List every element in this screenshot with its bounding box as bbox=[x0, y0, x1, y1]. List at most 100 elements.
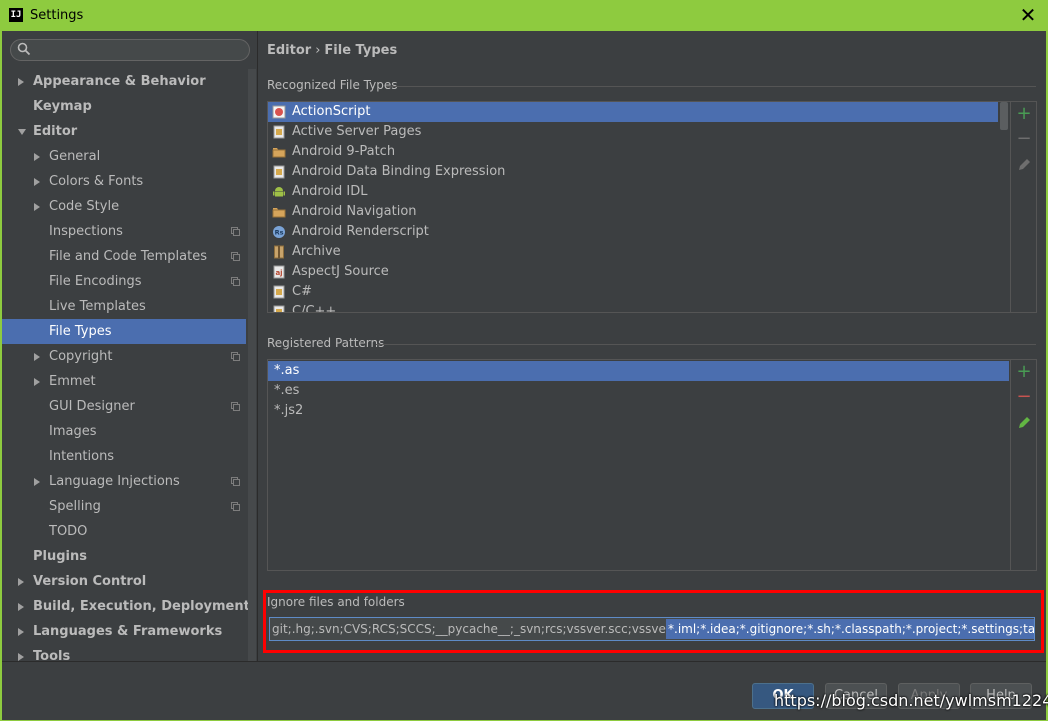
project-scope-icon bbox=[231, 477, 240, 486]
sidebar-item-plugins[interactable]: Plugins bbox=[2, 544, 246, 569]
chevron-right-icon[interactable] bbox=[18, 603, 24, 611]
sidebar-item-version-control[interactable]: Version Control bbox=[2, 569, 246, 594]
sidebar-item-file-types[interactable]: File Types bbox=[2, 319, 246, 344]
pattern-label: *.es bbox=[274, 383, 300, 398]
pattern-label: *.js2 bbox=[274, 403, 304, 418]
sidebar-item-spelling[interactable]: Spelling bbox=[2, 494, 246, 519]
file-type-label: Android 9-Patch bbox=[292, 144, 396, 159]
file-type-row[interactable]: Android Navigation bbox=[268, 202, 998, 222]
registered-patterns-list[interactable]: *.as *.es *.js2 bbox=[268, 361, 1009, 421]
chevron-right-icon[interactable] bbox=[18, 578, 24, 586]
settings-sidebar: Appearance & Behavior Keymap Editor General… bbox=[2, 31, 257, 664]
svg-text:Rs: Rs bbox=[275, 229, 284, 237]
ignore-text-selected: *.iml;*.idea;*.gitignore;*.sh;*.classpat… bbox=[666, 619, 1034, 639]
chevron-right-icon[interactable] bbox=[18, 78, 24, 86]
file-type-row[interactable]: Android IDL bbox=[268, 182, 998, 202]
add-file-type-icon[interactable]: + bbox=[1015, 105, 1033, 123]
sidebar-item-language-injections[interactable]: Language Injections bbox=[2, 469, 246, 494]
edit-file-type-icon[interactable] bbox=[1015, 156, 1033, 174]
sidebar-item-editor[interactable]: Editor bbox=[2, 119, 246, 144]
add-pattern-icon[interactable]: + bbox=[1015, 363, 1033, 381]
pattern-row[interactable]: *.as bbox=[268, 361, 1009, 381]
registered-patterns-list-frame: *.as *.es *.js2 + − bbox=[267, 359, 1037, 571]
chevron-right-icon[interactable] bbox=[18, 628, 24, 636]
patterns-toolbar: + − bbox=[1010, 360, 1036, 570]
file-type-row[interactable]: Archive bbox=[268, 242, 998, 262]
file-type-row[interactable]: C/C++ bbox=[268, 302, 998, 313]
section-divider bbox=[386, 86, 1036, 87]
file-type-label: Android Data Binding Expression bbox=[292, 164, 506, 179]
file-type-label: C/C++ bbox=[292, 304, 337, 313]
sidebar-item-label: Live Templates bbox=[49, 299, 146, 314]
file-type-row[interactable]: Active Server Pages bbox=[268, 122, 998, 142]
sidebar-item-label: Intentions bbox=[49, 449, 115, 464]
sidebar-item-code-style[interactable]: Code Style bbox=[2, 194, 246, 219]
chevron-right-icon[interactable] bbox=[34, 378, 40, 386]
sidebar-item-todo[interactable]: TODO bbox=[2, 519, 246, 544]
sidebar-item-label: Plugins bbox=[33, 549, 87, 564]
sidebar-item-file-encodings[interactable]: File Encodings bbox=[2, 269, 246, 294]
chevron-right-icon[interactable] bbox=[34, 153, 40, 161]
sidebar-scrollbar[interactable] bbox=[248, 69, 256, 661]
pattern-label: *.as bbox=[274, 363, 300, 378]
sidebar-item-languages-frameworks[interactable]: Languages & Frameworks bbox=[2, 619, 246, 644]
ignore-files-input[interactable]: git;.hg;.svn;CVS;RCS;SCCS;__pycache__;_s… bbox=[269, 617, 1035, 641]
sidebar-item-keymap[interactable]: Keymap bbox=[2, 94, 246, 119]
file-type-row[interactable]: ActionScript bbox=[268, 102, 998, 122]
sidebar-item-images[interactable]: Images bbox=[2, 419, 246, 444]
sidebar-item-file-and-code-templates[interactable]: File and Code Templates bbox=[2, 244, 246, 269]
chevron-right-icon[interactable] bbox=[34, 203, 40, 211]
sidebar-item-live-templates[interactable]: Live Templates bbox=[2, 294, 246, 319]
sidebar-item-label: Build, Execution, Deployment bbox=[33, 599, 250, 614]
sidebar-item-copyright[interactable]: Copyright bbox=[2, 344, 246, 369]
sidebar-item-inspections[interactable]: Inspections bbox=[2, 219, 246, 244]
chevron-right-icon[interactable] bbox=[34, 178, 40, 186]
sidebar-item-label: Emmet bbox=[49, 374, 96, 389]
remove-file-type-icon[interactable]: − bbox=[1015, 130, 1033, 148]
window-title: Settings bbox=[30, 8, 84, 23]
project-scope-icon bbox=[231, 502, 240, 511]
sidebar-item-appearance-behavior[interactable]: Appearance & Behavior bbox=[2, 69, 246, 94]
sidebar-item-label: Version Control bbox=[33, 574, 147, 589]
settings-search-input[interactable] bbox=[10, 39, 250, 61]
section-divider bbox=[376, 344, 1036, 345]
sidebar-item-general[interactable]: General bbox=[2, 144, 246, 169]
file-type-row[interactable]: Android Data Binding Expression bbox=[268, 162, 998, 182]
edit-pattern-icon[interactable] bbox=[1015, 414, 1033, 432]
breadcrumb-current: File Types bbox=[324, 43, 398, 58]
file-type-label: Android Navigation bbox=[292, 204, 417, 219]
sidebar-item-label: Images bbox=[49, 424, 97, 439]
sidebar-item-emmet[interactable]: Emmet bbox=[2, 369, 246, 394]
recognized-list-scrollbar[interactable] bbox=[999, 102, 1009, 312]
file-type-label: Archive bbox=[292, 244, 341, 259]
close-icon[interactable]: ✕ bbox=[1014, 3, 1042, 27]
sidebar-item-label: Editor bbox=[33, 124, 78, 139]
actionscript-icon bbox=[272, 105, 286, 119]
chevron-down-icon[interactable] bbox=[18, 129, 26, 135]
sidebar-item-label: Inspections bbox=[49, 224, 123, 239]
scrollbar-thumb[interactable] bbox=[1000, 102, 1008, 130]
sidebar-item-gui-designer[interactable]: GUI Designer bbox=[2, 394, 246, 419]
sidebar-item-label: File Types bbox=[49, 324, 112, 339]
folder-icon bbox=[272, 148, 286, 158]
file-type-row[interactable]: C# bbox=[268, 282, 998, 302]
sidebar-item-label: File Encodings bbox=[49, 274, 142, 289]
pattern-row[interactable]: *.js2 bbox=[268, 401, 1009, 421]
file-type-row[interactable]: Rs Android Renderscript bbox=[268, 222, 998, 242]
aspectj-icon: aj bbox=[273, 265, 285, 279]
chevron-right-icon[interactable] bbox=[34, 478, 40, 486]
chevron-right-icon[interactable] bbox=[18, 653, 24, 661]
sidebar-item-label: GUI Designer bbox=[49, 399, 135, 414]
sidebar-item-build-execution-deployment[interactable]: Build, Execution, Deployment bbox=[2, 594, 250, 619]
remove-pattern-icon[interactable]: − bbox=[1015, 388, 1033, 406]
sidebar-item-label: Spelling bbox=[49, 499, 101, 514]
file-type-row[interactable]: aj AspectJ Source bbox=[268, 262, 998, 282]
file-type-row[interactable]: Android 9-Patch bbox=[268, 142, 998, 162]
pattern-row[interactable]: *.es bbox=[268, 381, 1009, 401]
file-icon bbox=[273, 165, 285, 179]
sidebar-item-colors-fonts[interactable]: Colors & Fonts bbox=[2, 169, 246, 194]
recognized-file-types-list[interactable]: ActionScript Active Server Pages Android 9… bbox=[268, 102, 998, 313]
chevron-right-icon[interactable] bbox=[34, 353, 40, 361]
sidebar-item-intentions[interactable]: Intentions bbox=[2, 444, 246, 469]
recognized-file-types-list-frame: ActionScript Active Server Pages Android 9… bbox=[267, 101, 1037, 313]
